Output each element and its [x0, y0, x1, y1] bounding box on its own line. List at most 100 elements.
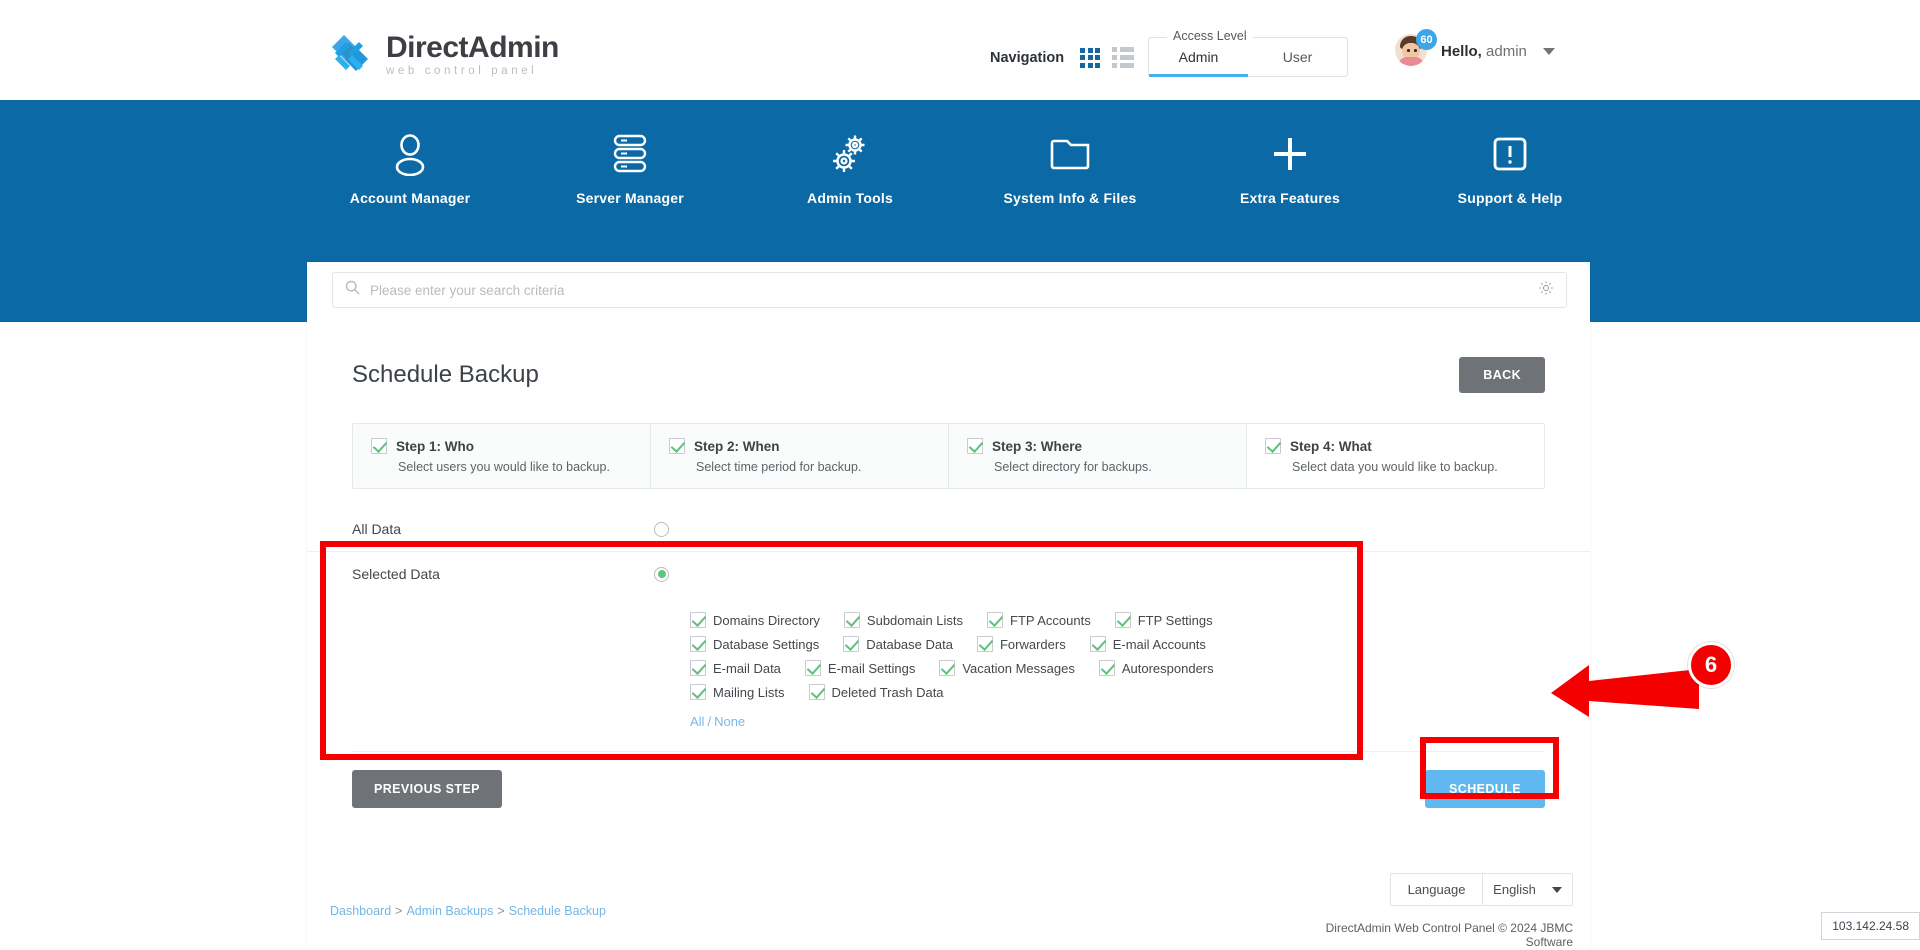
- search-input[interactable]: [370, 282, 1538, 298]
- user-icon: [390, 128, 430, 180]
- checkbox-label: Database Data: [866, 636, 953, 652]
- access-level-switch: Access Level Admin User: [1148, 29, 1348, 77]
- server-stack-icon: [609, 128, 651, 180]
- checkbox-mailing-lists[interactable]: Mailing Lists: [690, 684, 785, 700]
- page-header-row: Schedule Backup BACK: [307, 335, 1590, 393]
- checkbox-ftp-accounts[interactable]: FTP Accounts: [987, 612, 1091, 628]
- folder-icon: [1047, 128, 1093, 180]
- caret-down-icon: [1551, 886, 1562, 893]
- checkbox-database-data[interactable]: Database Data: [843, 636, 953, 652]
- schedule-button[interactable]: SCHEDULE: [1425, 770, 1545, 808]
- nav-item-system-info-files[interactable]: System Info & Files: [970, 128, 1170, 206]
- nav-label: Admin Tools: [807, 190, 893, 206]
- nav-label: Extra Features: [1239, 190, 1341, 206]
- page-title: Schedule Backup: [352, 361, 539, 388]
- access-tab-user[interactable]: User: [1248, 38, 1347, 76]
- breadcrumb-admin-backups[interactable]: Admin Backups: [406, 904, 493, 918]
- avatar[interactable]: 60: [1395, 29, 1437, 68]
- user-menu[interactable]: 60 Hello, admin: [1395, 29, 1555, 68]
- previous-step-button[interactable]: PREVIOUS STEP: [352, 770, 502, 808]
- nav-item-extra-features[interactable]: Extra Features: [1190, 128, 1390, 206]
- checkbox-icon[interactable]: [690, 660, 706, 676]
- all-data-radio[interactable]: [654, 521, 669, 537]
- nav-item-account-manager[interactable]: Account Manager: [310, 128, 510, 206]
- nav-item-support-help[interactable]: Support & Help: [1410, 128, 1610, 206]
- breadcrumb-schedule-backup[interactable]: Schedule Backup: [509, 904, 606, 918]
- data-checkbox-grid: Domains Directory Subdomain Lists FTP Ac…: [690, 596, 1545, 700]
- search-icon: [345, 280, 360, 300]
- checkbox-icon[interactable]: [690, 684, 706, 700]
- checkbox-icon[interactable]: [1098, 660, 1115, 676]
- checkbox-icon[interactable]: [976, 636, 993, 652]
- checkbox-vacation-messages[interactable]: Vacation Messages: [939, 660, 1075, 676]
- checkbox-forwarders[interactable]: Forwarders: [976, 636, 1066, 652]
- user-name: admin: [1486, 42, 1527, 60]
- checkbox-deleted-trash-data[interactable]: Deleted Trash Data: [808, 684, 944, 700]
- language-dropdown[interactable]: English: [1482, 874, 1572, 905]
- checkbox-icon[interactable]: [843, 612, 860, 628]
- list-view-icon[interactable]: [1112, 47, 1135, 68]
- select-none-link[interactable]: None: [714, 714, 745, 729]
- step-checkbox[interactable]: [669, 438, 685, 454]
- nav-item-admin-tools[interactable]: Admin Tools: [750, 128, 950, 206]
- step-checkbox[interactable]: [1265, 438, 1281, 454]
- step-2-when[interactable]: Step 2: When Select time period for back…: [651, 424, 949, 488]
- checkbox-icon[interactable]: [939, 660, 956, 676]
- breadcrumb: Dashboard > Admin Backups > Schedule Backup: [330, 904, 606, 918]
- back-button[interactable]: BACK: [1459, 357, 1545, 393]
- breadcrumb-dashboard[interactable]: Dashboard: [330, 904, 391, 918]
- checkbox-label: FTP Settings: [1137, 612, 1213, 628]
- checkbox-email-settings[interactable]: E-mail Settings: [804, 660, 916, 676]
- checkbox-icon[interactable]: [804, 660, 821, 676]
- step-title: Step 2: When: [694, 438, 780, 454]
- gear-icon[interactable]: [1538, 280, 1554, 301]
- checkbox-ftp-settings[interactable]: FTP Settings: [1114, 612, 1213, 628]
- step-4-what[interactable]: Step 4: What Select data you would like …: [1247, 424, 1544, 488]
- checkbox-icon[interactable]: [690, 636, 706, 652]
- checkbox-email-data[interactable]: E-mail Data: [690, 660, 781, 676]
- step-3-where[interactable]: Step 3: Where Select directory for backu…: [949, 424, 1247, 488]
- checkbox-label: Domains Directory: [713, 612, 820, 628]
- chevron-double-right-logo-icon: [330, 32, 376, 78]
- checkbox-label: E-mail Data: [713, 660, 781, 676]
- checkbox-icon[interactable]: [808, 684, 825, 700]
- checkbox-row: Mailing Lists Deleted Trash Data: [690, 684, 1545, 700]
- all-data-row[interactable]: All Data: [307, 507, 1590, 552]
- select-all-link[interactable]: All: [690, 714, 704, 729]
- grid-view-icon[interactable]: [1080, 47, 1101, 68]
- search-bar[interactable]: [332, 272, 1567, 308]
- navigation-view-toggle: Navigation: [990, 47, 1135, 68]
- step-checkbox[interactable]: [967, 438, 983, 454]
- breadcrumb-separator: >: [395, 904, 403, 918]
- checkbox-domains-directory[interactable]: Domains Directory: [690, 612, 820, 628]
- nav-label: Support & Help: [1457, 190, 1563, 206]
- checkbox-icon[interactable]: [1089, 636, 1106, 652]
- checkbox-label: Database Settings: [713, 636, 820, 652]
- nav-item-server-manager[interactable]: Server Manager: [530, 128, 730, 206]
- brand-title: DirectAdmin: [386, 30, 559, 64]
- selected-data-row[interactable]: Selected Data: [307, 552, 1590, 596]
- selected-data-radio[interactable]: [654, 566, 669, 582]
- step-description: Select directory for backups.: [994, 460, 1152, 474]
- step-checkbox[interactable]: [371, 438, 387, 454]
- data-selection-block: Domains Directory Subdomain Lists FTP Ac…: [307, 596, 1590, 729]
- checkbox-email-accounts[interactable]: E-mail Accounts: [1089, 636, 1206, 652]
- step-description: Select users you would like to backup.: [398, 460, 610, 474]
- checkbox-icon[interactable]: [690, 612, 706, 628]
- checkbox-database-settings[interactable]: Database Settings: [690, 636, 819, 652]
- checkbox-autoresponders[interactable]: Autoresponders: [1098, 660, 1214, 676]
- arrow-pointing-left-icon: [1545, 655, 1705, 740]
- step-1-who[interactable]: Step 1: Who Select users you would like …: [353, 424, 651, 488]
- checkbox-subdomain-lists[interactable]: Subdomain Lists: [843, 612, 963, 628]
- checkbox-label: FTP Accounts: [1010, 612, 1091, 628]
- checkbox-icon[interactable]: [987, 612, 1004, 628]
- chevron-down-icon[interactable]: [1542, 47, 1555, 55]
- step-description: Select time period for backup.: [696, 460, 862, 474]
- checkbox-label: E-mail Settings: [827, 660, 916, 676]
- checkbox-icon[interactable]: [1114, 612, 1131, 628]
- checkbox-icon[interactable]: [843, 636, 860, 652]
- access-tab-admin[interactable]: Admin: [1149, 38, 1248, 77]
- brand-logo[interactable]: DirectAdmin web control panel: [330, 32, 559, 78]
- exclamation-circle-icon: [1488, 128, 1532, 180]
- notification-badge[interactable]: 60: [1416, 29, 1437, 50]
